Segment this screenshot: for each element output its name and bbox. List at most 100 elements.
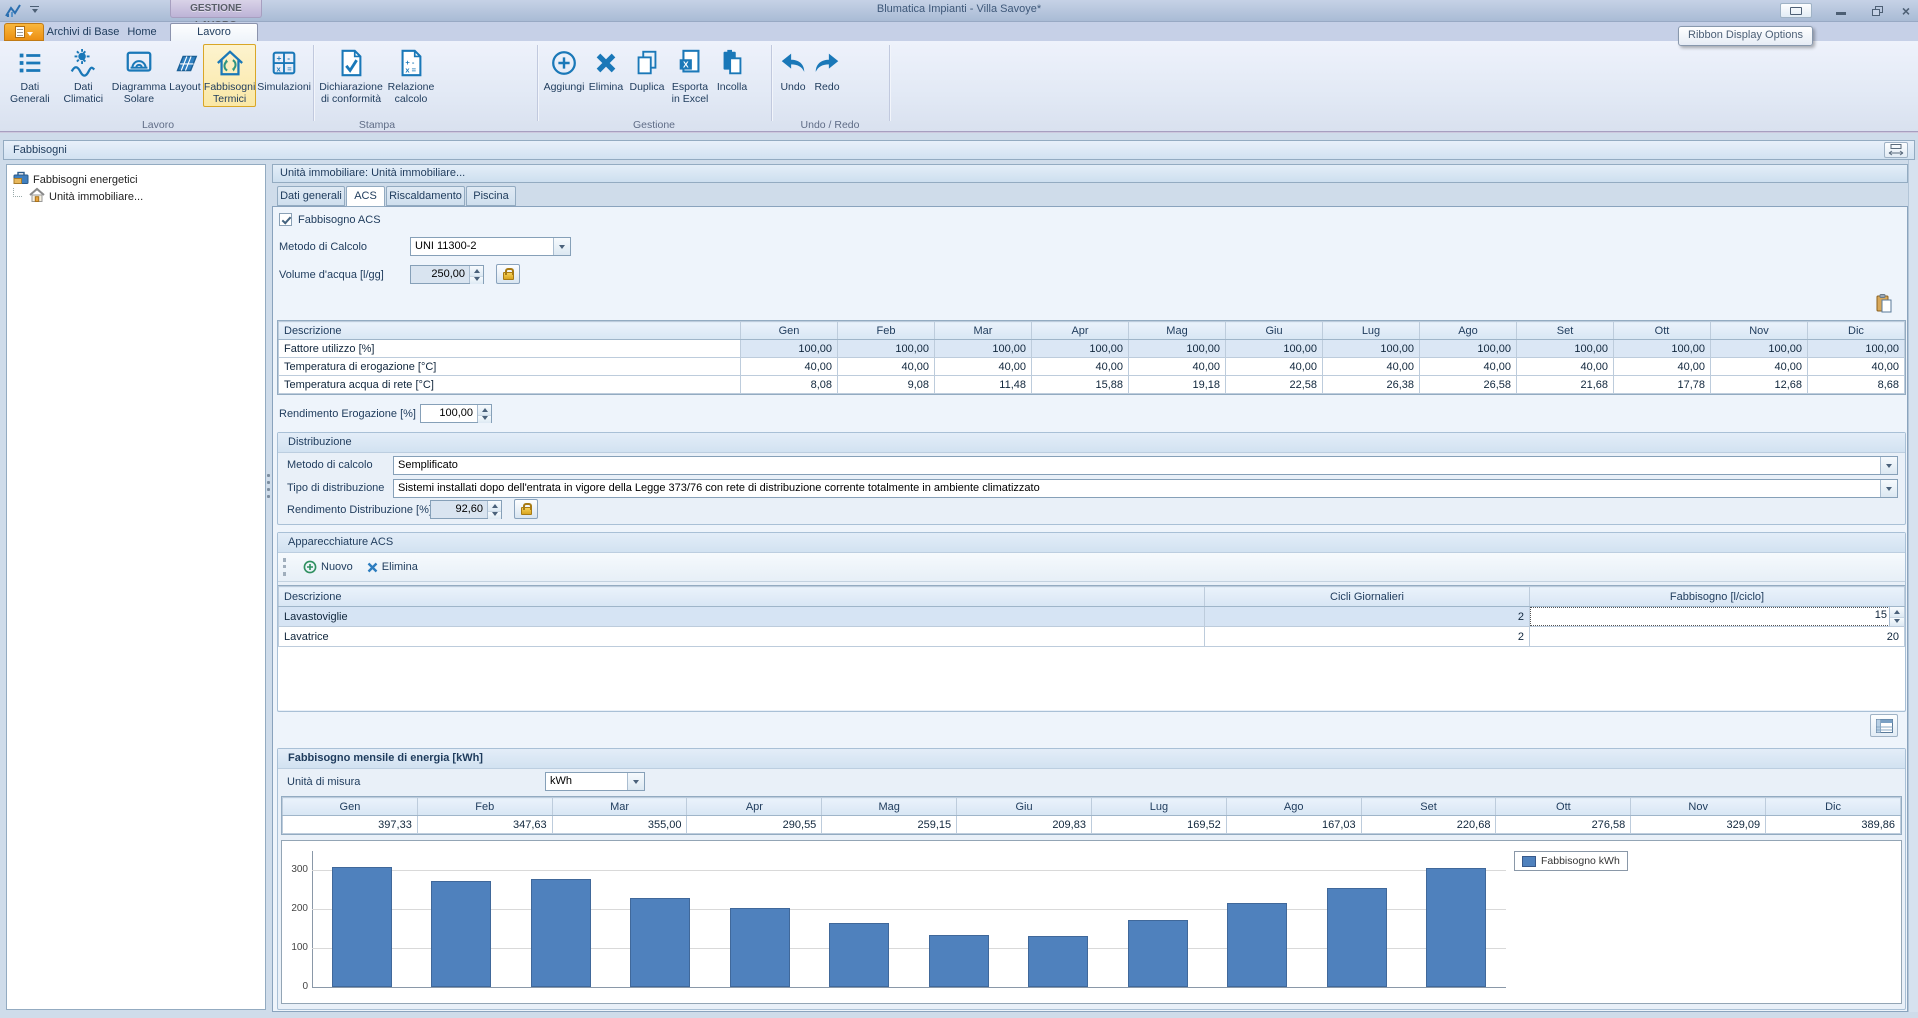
month-cell[interactable]: 40,00 xyxy=(1129,358,1226,376)
appliance-row[interactable]: Lavatrice220 xyxy=(279,627,1905,647)
aggiungi-button[interactable]: Aggiungi xyxy=(542,44,586,95)
month-cell[interactable]: 40,00 xyxy=(1226,358,1323,376)
panel-resize-button[interactable] xyxy=(1884,142,1908,158)
spinner[interactable] xyxy=(1889,607,1904,626)
unita-misura-combo[interactable]: kWh xyxy=(545,772,645,791)
column-header-month[interactable]: Apr xyxy=(1032,322,1129,340)
month-cell[interactable]: 100,00 xyxy=(1517,340,1614,358)
month-cell[interactable]: 12,68 xyxy=(1711,376,1808,394)
month-cell[interactable]: 100,00 xyxy=(1614,340,1711,358)
simulazioni-button[interactable]: +-x=Simulazioni xyxy=(256,44,312,95)
month-cell[interactable]: 100,00 xyxy=(1808,340,1905,358)
incolla-button[interactable]: Incolla xyxy=(712,44,752,95)
month-cell[interactable]: 100,00 xyxy=(1323,340,1420,358)
column-header-month[interactable]: Mar xyxy=(935,322,1032,340)
fabbisogno-acs-checkbox[interactable] xyxy=(279,213,292,226)
fabbisogno-edit-cell[interactable]: 15 xyxy=(1530,607,1904,626)
dist-lock-button[interactable] xyxy=(514,499,538,519)
volume-lock-button[interactable] xyxy=(496,264,520,284)
month-cell[interactable]: 26,38 xyxy=(1323,376,1420,394)
column-header-descrizione[interactable]: Descrizione xyxy=(279,322,741,340)
chart-bar[interactable] xyxy=(1227,903,1287,987)
spinner[interactable] xyxy=(477,405,491,422)
tree-item-unit-immobiliare[interactable]: Unità immobiliare... xyxy=(7,188,265,205)
month-cell[interactable]: 19,18 xyxy=(1129,376,1226,394)
copy-table-button[interactable] xyxy=(1870,292,1898,316)
month-cell[interactable]: 40,00 xyxy=(741,358,838,376)
chart-bar[interactable] xyxy=(431,881,491,987)
column-header-month[interactable]: Giu xyxy=(1226,322,1323,340)
month-cell[interactable]: 100,00 xyxy=(935,340,1032,358)
spinner[interactable] xyxy=(487,501,501,518)
month-cell[interactable]: 40,00 xyxy=(935,358,1032,376)
toolbar-drag-handle[interactable] xyxy=(283,558,287,576)
month-cell[interactable]: 9,08 xyxy=(838,376,935,394)
combo-dropdown-button[interactable] xyxy=(553,238,570,255)
chart-bar[interactable] xyxy=(531,879,591,987)
column-header-month[interactable]: Mag xyxy=(1129,322,1226,340)
redo-button[interactable]: Redo xyxy=(810,44,844,95)
dist-tipo-combo[interactable]: Sistemi installati dopo dell'entrata in … xyxy=(393,479,1898,498)
rendimento-erogazione-spinedit[interactable]: 100,00 xyxy=(420,404,492,423)
tab-dati-generali[interactable]: Dati generali xyxy=(277,186,345,206)
month-cell[interactable]: 8,68 xyxy=(1808,376,1905,394)
column-header-fabbisogno-l-ciclo[interactable]: Fabbisogno [l/ciclo] xyxy=(1530,587,1905,607)
month-cell[interactable]: 40,00 xyxy=(1420,358,1517,376)
column-header-month[interactable]: Ott xyxy=(1614,322,1711,340)
column-header-month[interactable]: Feb xyxy=(838,322,935,340)
month-cell[interactable]: 11,48 xyxy=(935,376,1032,394)
fabbisogno-cell[interactable]: 15 xyxy=(1530,607,1905,627)
ribbon-tab-lavoro[interactable]: Lavoro xyxy=(170,23,258,41)
dist-rendimento-spinedit[interactable]: 92,60 xyxy=(430,500,502,519)
ribbon-tab-home[interactable]: Home xyxy=(120,24,164,41)
chart-bar[interactable] xyxy=(630,898,690,987)
close-button[interactable]: × xyxy=(1896,3,1916,18)
fabbisogno-cell[interactable]: 20 xyxy=(1530,627,1905,647)
chart-bar[interactable] xyxy=(1128,920,1188,987)
month-cell[interactable]: 40,00 xyxy=(1614,358,1711,376)
dichiarazione-di-conformit-button[interactable]: Dichiarazione di conformità xyxy=(317,44,385,107)
combo-dropdown-button[interactable] xyxy=(627,773,644,790)
fabbisogni-termici-button[interactable]: Fabbisogni Termici xyxy=(203,44,256,107)
tab-riscaldamento[interactable]: Riscaldamento xyxy=(386,186,465,206)
chart-bar[interactable] xyxy=(332,867,392,987)
tab-piscina[interactable]: Piscina xyxy=(466,186,516,206)
month-cell[interactable]: 40,00 xyxy=(1808,358,1905,376)
tree-item-fabbisogni-energetici[interactable]: Fabbisogni energetici xyxy=(7,171,265,188)
relazione-calcolo-button[interactable]: + -x =Relazione calcolo xyxy=(385,44,437,107)
chart-bar[interactable] xyxy=(1327,888,1387,987)
dati-generali-button[interactable]: Dati Generali xyxy=(4,44,56,107)
layout-button[interactable]: Layout xyxy=(167,44,203,95)
month-cell[interactable]: 22,58 xyxy=(1226,376,1323,394)
chart-bar[interactable] xyxy=(929,935,989,987)
column-header-month[interactable]: Gen xyxy=(741,322,838,340)
column-header-cicli-giornalieri[interactable]: Cicli Giornalieri xyxy=(1205,587,1530,607)
dati-climatici-button[interactable]: Dati Climatici xyxy=(56,44,111,107)
month-cell[interactable]: 17,78 xyxy=(1614,376,1711,394)
chart-bar[interactable] xyxy=(1028,936,1088,987)
chart-bar[interactable] xyxy=(730,908,790,987)
duplica-button[interactable]: Duplica xyxy=(626,44,668,95)
undo-button[interactable]: Undo xyxy=(776,44,810,95)
month-cell[interactable]: 100,00 xyxy=(838,340,935,358)
dist-metodo-combo[interactable]: Semplificato xyxy=(393,456,1898,475)
apparecchiature-table[interactable]: DescrizioneCicli GiornalieriFabbisogno [… xyxy=(278,586,1905,647)
nuovo-button[interactable]: Nuovo xyxy=(303,560,353,574)
appliance-row[interactable]: Lavastoviglie215 xyxy=(279,607,1905,627)
restore-button[interactable] xyxy=(1866,3,1888,18)
appliance-name-cell[interactable]: Lavastoviglie xyxy=(279,607,1205,627)
scrollbar[interactable] xyxy=(1908,160,1918,1012)
column-header-descrizione[interactable]: Descrizione xyxy=(279,587,1205,607)
month-cell[interactable]: 100,00 xyxy=(1032,340,1129,358)
diagramma-solare-button[interactable]: Diagramma Solare xyxy=(111,44,167,107)
ribbon-tab-archivi-di-base[interactable]: Archivi di Base xyxy=(46,24,120,41)
month-cell[interactable]: 40,00 xyxy=(1323,358,1420,376)
month-cell[interactable]: 21,68 xyxy=(1517,376,1614,394)
application-menu-button[interactable] xyxy=(4,23,44,41)
month-cell[interactable]: 100,00 xyxy=(1226,340,1323,358)
appliance-name-cell[interactable]: Lavatrice xyxy=(279,627,1205,647)
month-cell[interactable]: 40,00 xyxy=(1032,358,1129,376)
month-cell[interactable]: 40,00 xyxy=(1711,358,1808,376)
month-cell[interactable]: 100,00 xyxy=(1420,340,1517,358)
column-header-month[interactable]: Set xyxy=(1517,322,1614,340)
